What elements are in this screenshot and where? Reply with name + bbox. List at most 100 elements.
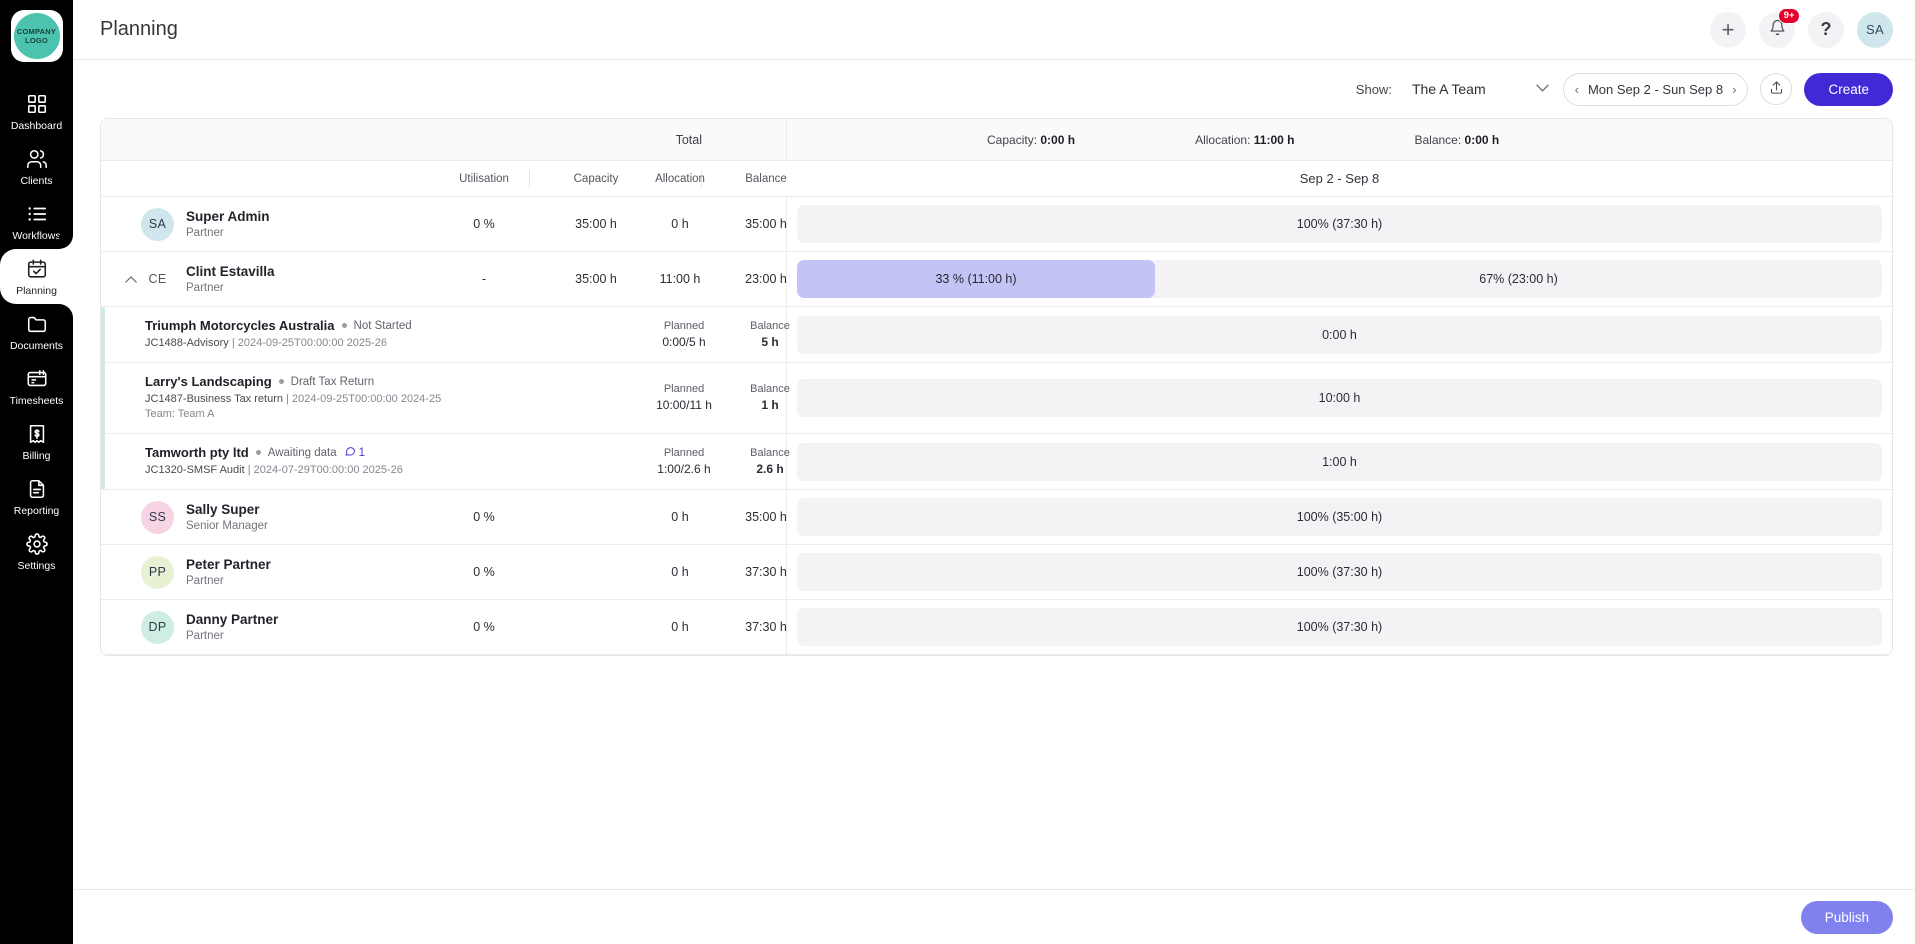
job-name: Tamworth pty ltd — [145, 445, 249, 460]
user-avatar[interactable]: SA — [1857, 11, 1893, 48]
create-button[interactable]: Create — [1804, 72, 1893, 106]
comment-count[interactable]: 1 — [344, 445, 365, 460]
job-id: JC1488-Advisory — [145, 337, 229, 349]
avatar: CE — [148, 272, 167, 286]
show-label: Show: — [1355, 81, 1392, 97]
summary-capacity-label: Capacity: — [987, 132, 1038, 147]
planning-grid-body: SA Super Admin Partner 0 % 35:00 h 0 h 35:00 h… — [101, 197, 1892, 655]
person-info: PP Peter Partner Partner 0 % 0 h 37:30 h — [101, 545, 787, 599]
job-name: Larry's Landscaping — [145, 374, 272, 389]
person-info: DP Danny Partner Partner 0 % 0 h 37:30 h — [101, 600, 787, 654]
collapse-toggle-icon[interactable] — [125, 273, 137, 285]
publish-button[interactable]: Publish — [1800, 900, 1893, 934]
job-bar-track[interactable]: 1:00 h — [797, 442, 1882, 481]
allocation-bar-remaining: 100% (35:00 h) — [1296, 510, 1383, 524]
summary-totals: Capacity: 0:00 h Allocation: 11:00 h Bal… — [787, 119, 1892, 160]
cell-allocation: 0 h — [671, 510, 689, 524]
reporting-icon — [26, 478, 48, 500]
person-row[interactable]: DP Danny Partner Partner 0 % 0 h 37:30 h 100% … — [101, 600, 1892, 655]
allocation-bar-cell[interactable]: 100% (35:00 h) — [787, 490, 1892, 544]
team-select[interactable]: The A Team — [1404, 77, 1551, 101]
allocation-bar-track[interactable]: 100% (37:30 h) — [797, 553, 1882, 591]
sidebar-item-clients[interactable]: Clients — [0, 139, 73, 194]
person-info: CE Clint Estavilla Partner -35:00 h 11:00 h2… — [101, 252, 787, 306]
job-subtitle: JC1320-SMSF Audit | 2024-07-29T00:00:00 … — [145, 464, 403, 476]
logo-line-1: COMPANY — [16, 27, 57, 36]
avatar: PP — [141, 555, 174, 589]
main-area: Planning + 9+ ? SA Show: The A Team ‹ Mo… — [73, 0, 1915, 944]
summary-allocation-value: 11:00 h — [1253, 132, 1295, 147]
person-name: Super Admin — [186, 208, 270, 224]
allocation-bar-fill[interactable]: 33 % (11:00 h) — [797, 260, 1156, 298]
status-dot-icon — [341, 323, 347, 328]
sidebar-item-reporting[interactable]: Reporting — [0, 469, 73, 524]
allocation-bar-track[interactable]: 100% (35:00 h) — [797, 498, 1882, 536]
next-week-button[interactable]: › — [1732, 82, 1736, 97]
sidebar-item-planning[interactable]: Planning — [0, 235, 73, 318]
prev-week-button[interactable]: ‹ — [1575, 82, 1579, 97]
documents-icon — [26, 313, 48, 335]
allocation-bar-track[interactable]: 100% (37:30 h) — [797, 205, 1882, 243]
share-icon — [1769, 80, 1784, 98]
job-bar-cell[interactable]: 10:00 h — [787, 363, 1892, 433]
sidebar-item-label: Clients — [20, 175, 53, 187]
job-bar-cell[interactable]: 1:00 h — [787, 434, 1892, 489]
job-id: JC1320-SMSF Audit — [145, 464, 245, 476]
date-range-nav[interactable]: ‹ Mon Sep 2 - Sun Sep 8 › — [1562, 72, 1749, 106]
company-logo[interactable]: COMPANY LOGO — [10, 10, 63, 62]
sidebar-item-billing[interactable]: Billing — [0, 414, 73, 469]
avatar: SS — [141, 500, 174, 534]
help-button[interactable]: ? — [1808, 11, 1844, 48]
sidebar-item-label: Dashboard — [10, 120, 63, 132]
person-info: SS Sally Super Senior Manager 0 % 0 h 35:00 h — [101, 490, 787, 544]
job-info: Triumph Motorcycles Australia Not Started… — [101, 307, 790, 362]
notifications-button[interactable]: 9+ — [1759, 7, 1800, 48]
cell-capacity: 35:00 h — [575, 272, 617, 286]
person-meta: Clint Estavilla Partner — [186, 263, 275, 296]
allocation-bar-track[interactable]: 33 % (11:00 h) 67% (23:00 h) — [797, 260, 1882, 298]
planning-icon — [26, 258, 48, 280]
allocation-bar-remaining: 100% (37:30 h) — [1296, 217, 1383, 231]
job-row[interactable]: Triumph Motorcycles Australia Not Started… — [101, 307, 1892, 363]
job-planned-value: 1:00/2.6 h — [657, 461, 711, 476]
person-row[interactable]: SS Sally Super Senior Manager 0 % 0 h 35:00 h… — [101, 490, 1892, 545]
planning-toolbar: Show: The A Team ‹ Mon Sep 2 - Sun Sep 8… — [73, 60, 1915, 118]
person-row[interactable]: CE Clint Estavilla Partner -35:00 h 11:00 h2… — [101, 252, 1892, 307]
job-row[interactable]: Larry's Landscaping Draft Tax Return JC148… — [101, 363, 1892, 434]
timesheets-icon — [26, 368, 48, 390]
settings-icon — [25, 533, 48, 555]
job-planned: Planned 0:00/5 h — [639, 319, 729, 351]
cell-utilisation: 0 % — [473, 620, 495, 634]
allocation-bar-cell[interactable]: 100% (37:30 h) — [787, 197, 1892, 251]
sidebar-item-settings[interactable]: Settings — [0, 524, 73, 579]
person-role: Partner — [186, 574, 224, 587]
person-name: Danny Partner — [186, 611, 279, 627]
sidebar-item-timesheets[interactable]: Timesheets — [0, 359, 73, 414]
export-button[interactable] — [1760, 73, 1793, 105]
job-bar-track[interactable]: 10:00 h — [797, 379, 1882, 417]
allocation-bar-track[interactable]: 100% (37:30 h) — [797, 608, 1882, 646]
date-range-label: Mon Sep 2 - Sun Sep 8 — [1587, 81, 1724, 97]
sidebar-item-dashboard[interactable]: Dashboard — [0, 84, 73, 139]
add-button[interactable]: + — [1710, 11, 1746, 48]
sidebar: COMPANY LOGO Dashboard Clients Workflows Pl… — [0, 0, 73, 944]
person-role: Partner — [186, 629, 224, 642]
clients-icon — [26, 148, 48, 170]
column-header-row: Utilisation Capacity Allocation Balance … — [101, 161, 1892, 197]
job-bar-cell[interactable]: 0:00 h — [787, 307, 1892, 362]
sidebar-item-label: Planning — [16, 285, 57, 297]
column-header-capacity: Capacity — [573, 172, 619, 185]
allocation-bar-cell[interactable]: 100% (37:30 h) — [787, 545, 1892, 599]
billing-icon — [26, 423, 48, 445]
person-row[interactable]: PP Peter Partner Partner 0 % 0 h 37:30 h 100% … — [101, 545, 1892, 600]
allocation-bar-cell[interactable]: 100% (37:30 h) — [787, 600, 1892, 654]
person-row[interactable]: SA Super Admin Partner 0 % 35:00 h0 h 35:00 h… — [101, 197, 1892, 252]
job-info: Larry's Landscaping Draft Tax Return JC148… — [101, 363, 790, 433]
job-bar-track[interactable]: 0:00 h — [797, 315, 1882, 354]
job-row[interactable]: Tamworth pty ltd Awaiting data 1 JC1320-SMS… — [101, 434, 1892, 490]
footer-bar: Publish — [73, 889, 1915, 944]
job-id: JC1487-Business Tax return — [145, 393, 283, 405]
allocation-bar-cell[interactable]: 33 % (11:00 h) 67% (23:00 h) — [787, 252, 1892, 306]
cell-utilisation: 0 % — [473, 565, 495, 579]
status-dot-icon — [255, 450, 261, 455]
